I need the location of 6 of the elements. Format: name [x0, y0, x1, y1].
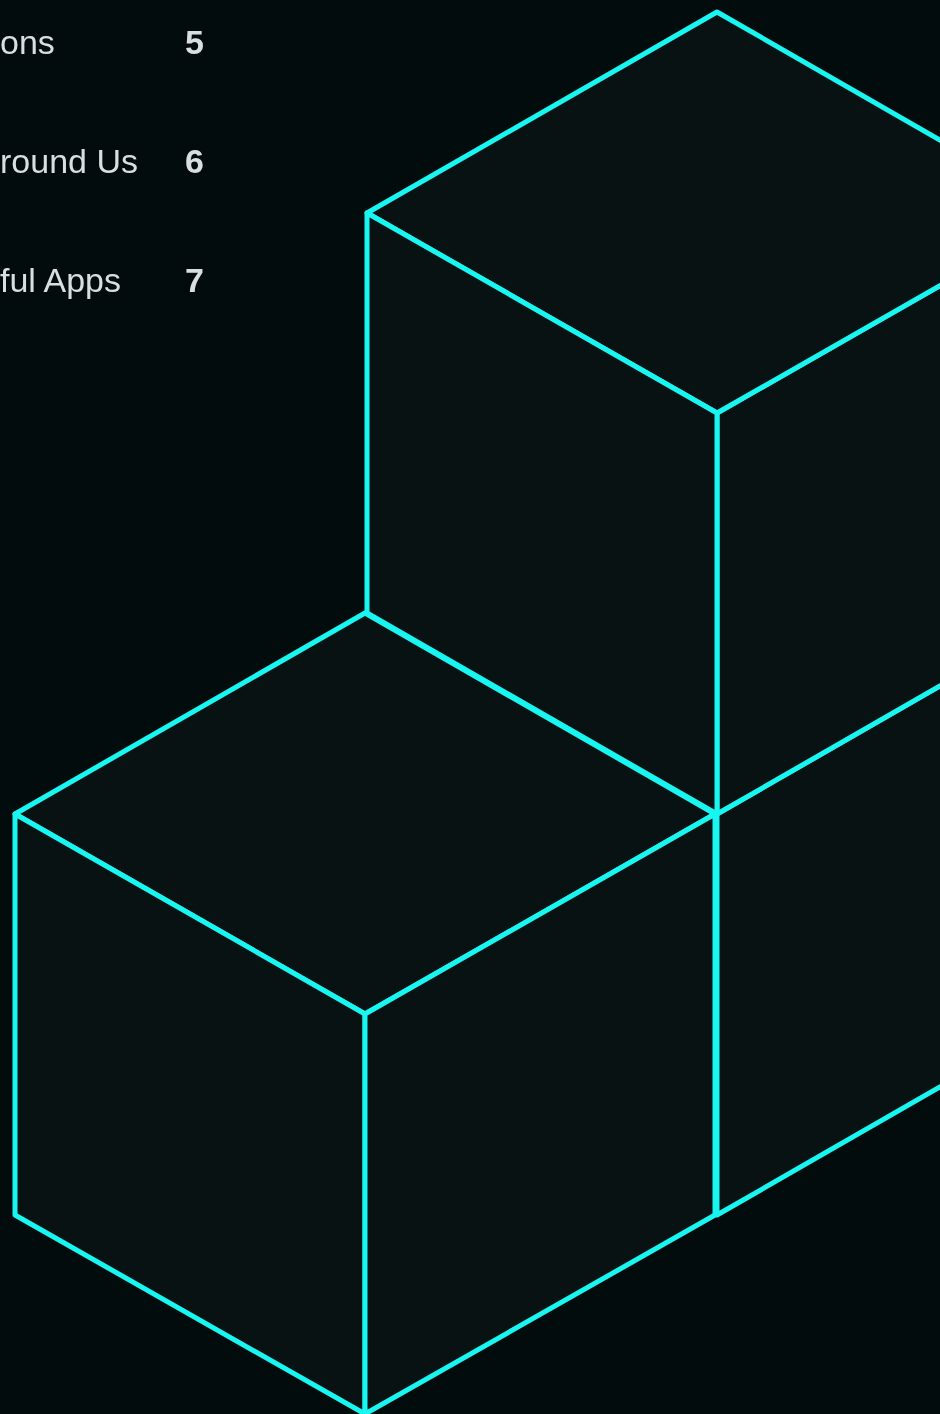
contents-entry-title: ful Apps — [0, 262, 122, 299]
page-number: 6 — [185, 143, 204, 180]
contents-entry-title: round Us — [0, 143, 139, 180]
contents-entry-title: ons — [0, 24, 56, 61]
page-number: 5 — [185, 24, 204, 61]
page-number: 7 — [185, 262, 204, 299]
